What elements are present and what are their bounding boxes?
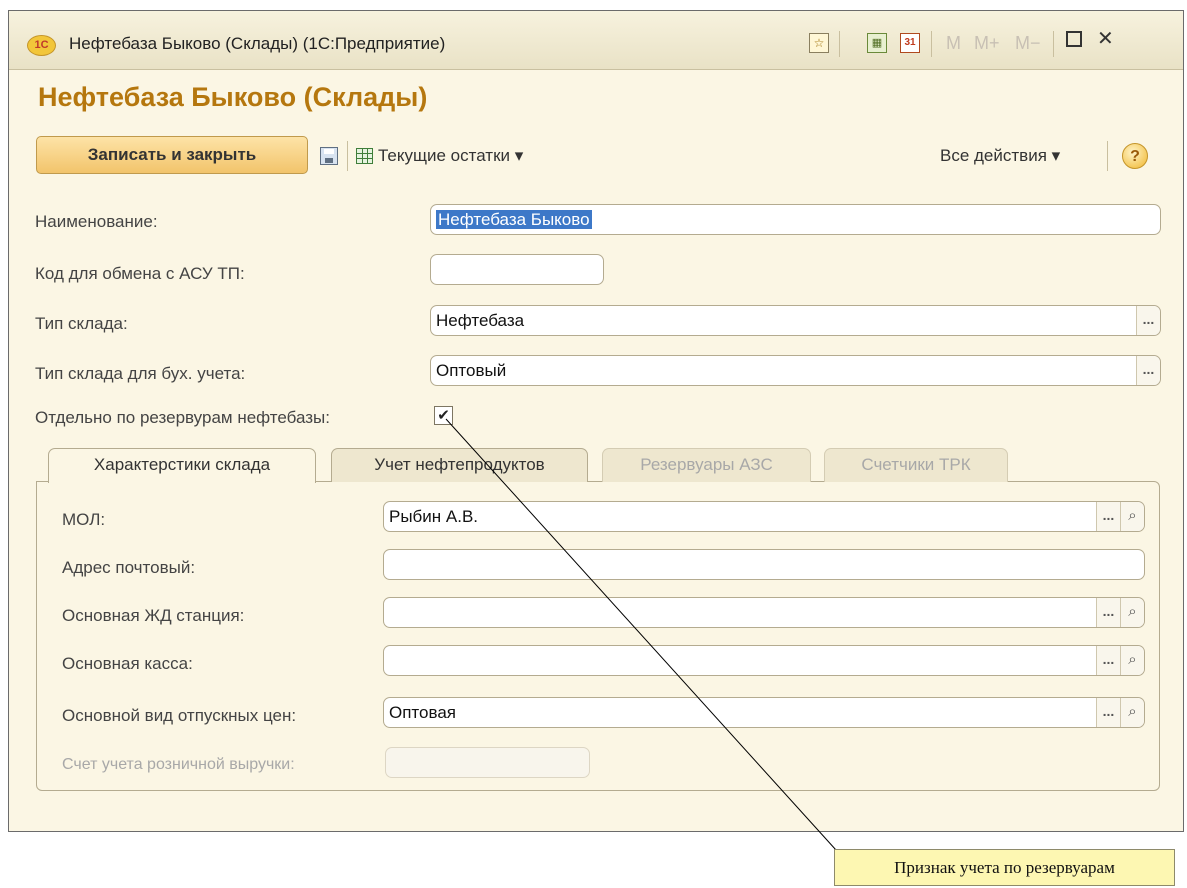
tab-gas-station-tanks[interactable]: Резервуары АЗС	[602, 448, 811, 482]
address-label: Адрес почтовый:	[62, 558, 196, 577]
price-type-value: Оптовая	[389, 703, 456, 722]
acc-type-select-button[interactable]: ...	[1136, 356, 1160, 385]
acc-type-label: Тип склада для бух. учета:	[35, 364, 246, 383]
price-type-select-button[interactable]: ...	[1096, 698, 1120, 727]
toolbar-separator	[347, 141, 348, 171]
name-field[interactable]: Нефтебаза Быково	[430, 204, 1161, 235]
mol-search-icon[interactable]: ⌕	[1120, 502, 1144, 531]
price-type-field[interactable]: Оптовая ... ⌕	[383, 697, 1145, 728]
memory-m-plus-button[interactable]: M+	[974, 33, 1000, 54]
maximize-icon[interactable]	[1066, 31, 1082, 47]
memory-m-button[interactable]: M	[946, 33, 961, 54]
warehouse-type-field[interactable]: Нефтебаза ...	[430, 305, 1161, 336]
station-select-button[interactable]: ...	[1096, 598, 1120, 627]
titlebar-separator	[931, 31, 932, 57]
tab-pump-meters[interactable]: Счетчики ТРК	[824, 448, 1008, 482]
save-and-close-button[interactable]: Записать и закрыть	[36, 136, 308, 174]
by-tanks-checkbox[interactable]: ✔	[434, 406, 453, 425]
name-field-value: Нефтебаза Быково	[436, 210, 592, 229]
retail-account-field	[385, 747, 590, 778]
cashbox-select-button[interactable]: ...	[1096, 646, 1120, 675]
titlebar-separator	[1053, 31, 1054, 57]
calculator-icon[interactable]: ▦	[867, 33, 887, 53]
price-type-search-icon[interactable]: ⌕	[1120, 698, 1144, 727]
titlebar-separator	[839, 31, 840, 57]
toolbar-separator	[1107, 141, 1108, 171]
tab-warehouse-characteristics[interactable]: Характерстики склада	[48, 448, 316, 483]
mol-value: Рыбин А.В.	[389, 507, 479, 526]
tab-oil-accounting[interactable]: Учет нефтепродуктов	[331, 448, 588, 482]
station-label: Основная ЖД станция:	[62, 606, 245, 625]
name-label: Наименование:	[35, 212, 158, 231]
1c-logo-icon[interactable]: 1C	[27, 35, 56, 56]
code-label: Код для обмена с АСУ ТП:	[35, 264, 245, 283]
window-title: Нефтебаза Быково (Склады) (1С:Предприяти…	[69, 34, 446, 53]
favorite-star-icon[interactable]: ☆	[809, 33, 829, 53]
station-search-icon[interactable]: ⌕	[1120, 598, 1144, 627]
all-actions-menu[interactable]: Все действия ▾	[940, 146, 1060, 166]
mol-label: МОЛ:	[62, 510, 106, 529]
price-type-label: Основной вид отпускных цен:	[62, 706, 297, 725]
retail-account-label: Счет учета розничной выручки:	[62, 756, 295, 773]
title-bar: 1C Нефтебаза Быково (Склады) (1С:Предпри…	[9, 11, 1183, 70]
warehouse-type-label: Тип склада:	[35, 314, 128, 333]
code-field[interactable]	[430, 254, 604, 285]
mol-field[interactable]: Рыбин А.В. ... ⌕	[383, 501, 1145, 532]
current-stock-menu[interactable]: Текущие остатки ▾	[378, 146, 523, 166]
help-icon[interactable]: ?	[1122, 143, 1148, 169]
close-icon[interactable]: ✕	[1097, 26, 1114, 51]
cashbox-field[interactable]: ... ⌕	[383, 645, 1145, 676]
cashbox-label: Основная касса:	[62, 654, 193, 673]
mol-select-button[interactable]: ...	[1096, 502, 1120, 531]
warehouse-type-select-button[interactable]: ...	[1136, 306, 1160, 335]
form-title: Нефтебаза Быково (Склады)	[38, 82, 428, 112]
table-icon[interactable]	[356, 148, 373, 164]
annotation-callout: Признак учета по резервуарам	[834, 849, 1175, 886]
checkmark-icon: ✔	[437, 407, 450, 424]
warehouse-type-value: Нефтебаза	[436, 311, 525, 330]
address-field[interactable]	[383, 549, 1145, 580]
cashbox-search-icon[interactable]: ⌕	[1120, 646, 1144, 675]
station-field[interactable]: ... ⌕	[383, 597, 1145, 628]
acc-type-value: Оптовый	[436, 361, 507, 380]
save-floppy-icon[interactable]	[320, 147, 338, 165]
acc-type-field[interactable]: Оптовый ...	[430, 355, 1161, 386]
memory-m-minus-button[interactable]: M−	[1015, 33, 1041, 54]
by-tanks-label: Отдельно по резервурам нефтебазы:	[35, 408, 330, 427]
calendar-icon[interactable]: 31	[900, 33, 920, 53]
